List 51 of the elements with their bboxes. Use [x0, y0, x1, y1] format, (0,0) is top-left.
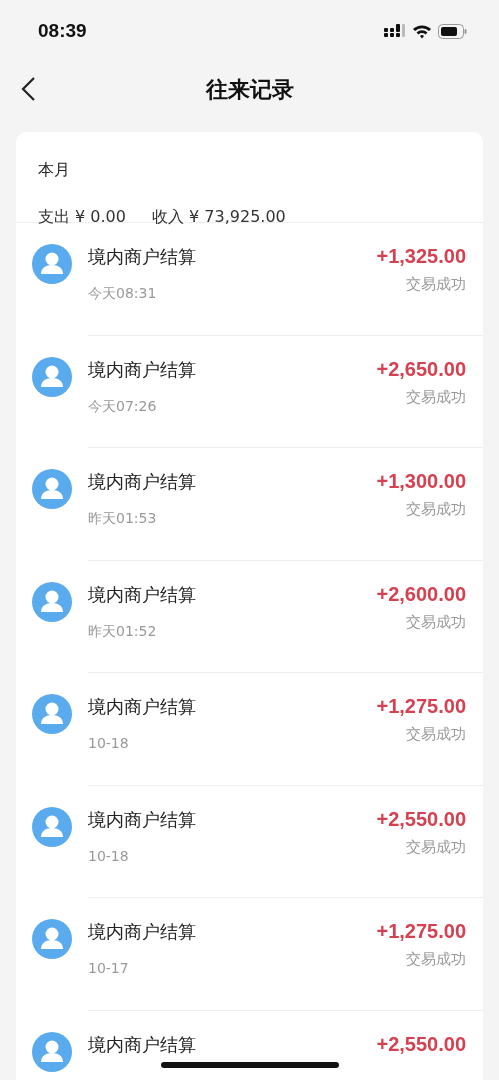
avatar-icon — [32, 356, 72, 397]
record-row[interactable]: 境内商户结算 10-18 +1,275.00 交易成功 — [16, 673, 483, 786]
avatar-icon — [32, 1031, 72, 1072]
record-amount: +2,550.00 — [376, 1032, 466, 1056]
avatar-icon — [32, 806, 72, 847]
record-status: 交易成功 — [405, 725, 466, 744]
record-row[interactable]: 境内商户结算 昨天01:53 +1,300.00 交易成功 — [16, 448, 483, 561]
record-time: 今天08:31 — [88, 285, 158, 303]
record-time: 10-18 — [88, 847, 130, 864]
record-name: 境内商户结算 — [88, 1032, 196, 1057]
record-time: 昨天01:52 — [88, 622, 158, 641]
record-name: 境内商户结算 — [88, 920, 196, 944]
record-status: 交易成功 — [405, 950, 466, 969]
record-name: 境内商户结算 — [88, 695, 196, 719]
record-name: 境内商户结算 — [88, 245, 196, 269]
record-amount: +1,275.00 — [376, 920, 466, 943]
record-name: 境内商户结算 — [88, 470, 196, 494]
record-name: 境内商户结算 — [88, 582, 196, 607]
battery-icon — [438, 23, 467, 39]
record-amount: +1,275.00 — [376, 695, 466, 718]
record-name: 境内商户结算 — [88, 357, 196, 382]
wifi-icon — [412, 23, 432, 39]
avatar-icon — [32, 919, 72, 959]
record-status: 交易成功 — [405, 387, 466, 407]
avatar-icon — [32, 244, 72, 284]
record-status: 交易成功 — [405, 500, 466, 519]
avatar-icon — [32, 469, 72, 509]
period-label: 本月 — [38, 160, 71, 181]
record-row[interactable]: 境内商户结算 10-17 +1,275.00 交易成功 — [16, 898, 483, 1011]
signal-icon — [384, 24, 406, 38]
record-amount: +2,550.00 — [376, 807, 466, 831]
page-title: 往来记录 — [205, 76, 294, 104]
record-row[interactable]: 境内商户结算 昨天01:52 +2,600.00 交易成功 — [16, 560, 483, 673]
status-time: 08:39 — [38, 20, 87, 42]
record-time: 昨天01:53 — [88, 510, 158, 528]
record-status: 交易成功 — [405, 612, 466, 632]
record-row[interactable]: 境内商户结算 10-18 +2,550.00 交易成功 — [16, 785, 483, 898]
back-button[interactable] — [20, 76, 36, 102]
record-time: 10-17 — [88, 960, 130, 976]
record-time: 今天07:26 — [88, 397, 158, 416]
record-name: 境内商户结算 — [88, 807, 196, 832]
record-amount: +2,600.00 — [376, 582, 466, 606]
record-amount: +2,650.00 — [376, 357, 466, 381]
avatar-icon — [32, 694, 72, 734]
record-amount: +1,300.00 — [376, 470, 466, 493]
record-time: 10-18 — [88, 735, 130, 751]
record-amount: +1,325.00 — [376, 245, 466, 268]
record-status: 交易成功 — [405, 275, 466, 294]
avatar-icon — [32, 581, 72, 622]
record-status: 交易成功 — [405, 837, 466, 857]
record-row[interactable]: 境内商户结算 今天07:26 +2,650.00 交易成功 — [16, 335, 483, 448]
